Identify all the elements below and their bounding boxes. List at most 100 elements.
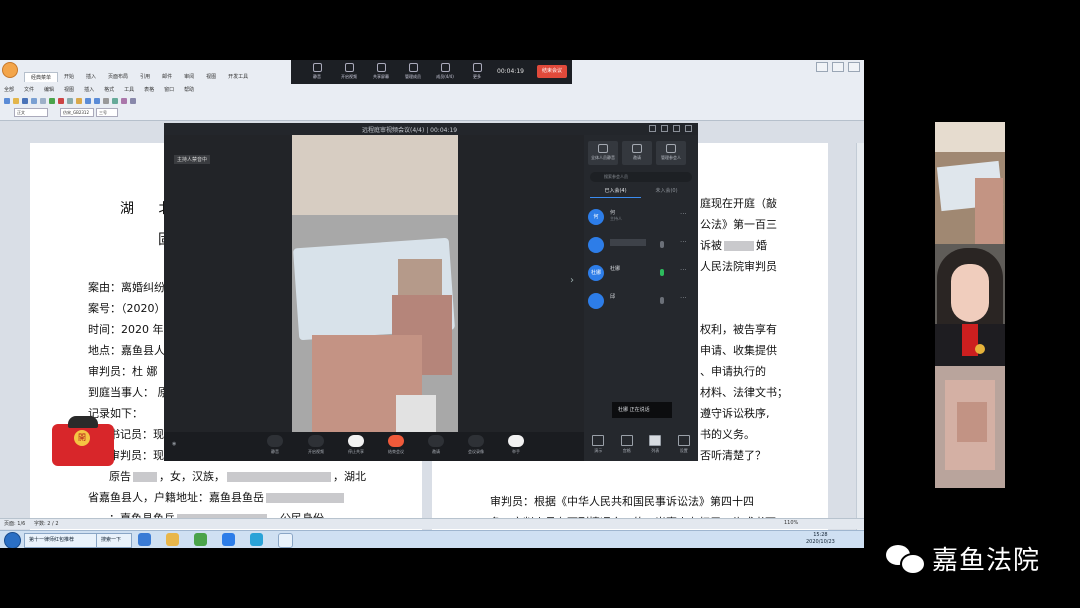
ribbon-tab[interactable]: 页面布局 — [102, 72, 134, 82]
ie-icon[interactable] — [138, 533, 151, 546]
member-row[interactable]: 邱 ··· — [588, 289, 694, 313]
meeting-app-icon[interactable] — [222, 533, 235, 546]
microphone-icon — [660, 297, 664, 304]
judge-video[interactable] — [935, 244, 1005, 366]
record-button[interactable]: 会议录像 — [463, 435, 489, 455]
members-button[interactable]: 成员(4/4) — [429, 63, 461, 80]
participant-video-1[interactable] — [935, 122, 1005, 244]
member-search-input[interactable]: 搜索参会人员 — [590, 172, 692, 182]
invite-button[interactable]: 邀请 — [622, 141, 652, 165]
view-presentation[interactable]: 演示 — [584, 432, 613, 461]
manage-members-button[interactable]: 管理成员 — [397, 63, 429, 80]
view-mode-bar: 演示 宫格 列表 设置 — [584, 432, 698, 461]
close-icon[interactable] — [685, 125, 692, 132]
new-icon[interactable] — [4, 98, 10, 104]
member-row[interactable]: 杜娜 杜娜 ··· — [588, 261, 694, 285]
manage-participants-button[interactable]: 管理参会人 — [656, 141, 686, 165]
view-list[interactable]: 列表 — [641, 432, 670, 461]
cut-icon[interactable] — [58, 98, 64, 104]
red-envelope-coin: 開 — [74, 430, 90, 446]
spellcheck-icon[interactable] — [49, 98, 55, 104]
menu-item[interactable]: 插入 — [84, 86, 94, 93]
columns-icon[interactable] — [112, 98, 118, 104]
raise-hand-button[interactable]: 举手 — [503, 435, 529, 455]
button-label: 全体人员静音 — [591, 155, 615, 160]
ribbon-tab[interactable]: 审阅 — [178, 72, 200, 82]
vertical-scrollbar[interactable] — [856, 143, 864, 548]
paste-icon[interactable] — [76, 98, 82, 104]
close-icon[interactable] — [848, 62, 860, 72]
menu-item[interactable]: 格式 — [104, 86, 114, 93]
end-call-button[interactable]: 结束会议 — [383, 435, 409, 455]
video-button[interactable]: 开启视频 — [303, 435, 329, 455]
maximize-icon[interactable] — [832, 62, 844, 72]
watermark-text: 嘉鱼法院 — [932, 545, 1041, 576]
doc-party-line: 省嘉鱼县人，户籍地址：嘉鱼县鱼岳 — [88, 487, 366, 508]
open-icon[interactable] — [13, 98, 19, 104]
ribbon-tab[interactable]: 引用 — [134, 72, 156, 82]
menu-item[interactable]: 文件 — [24, 86, 34, 93]
zoom-level[interactable]: 110% — [784, 520, 798, 526]
share-screen-button[interactable]: 共享屏幕 — [365, 63, 397, 80]
view-grid[interactable]: 宫格 — [613, 432, 642, 461]
tab-joined[interactable]: 已入会(4) — [590, 187, 641, 198]
mute-button[interactable]: 静音 — [262, 435, 288, 455]
member-row[interactable]: ··· — [588, 233, 694, 257]
mute-button[interactable]: 静音 — [301, 63, 333, 80]
tab-not-joined[interactable]: 未入会(0) — [641, 187, 692, 198]
maximize-icon[interactable] — [673, 125, 680, 132]
font-name-select[interactable]: 仿宋_GB2312 — [60, 108, 94, 117]
taskbar-item[interactable]: 搜索一下 — [96, 533, 132, 548]
tray-date: 2020/10/23 — [806, 539, 835, 545]
chevron-right-icon[interactable]: › — [570, 275, 574, 286]
copy-icon[interactable] — [67, 98, 73, 104]
zoom-icon[interactable] — [130, 98, 136, 104]
view-settings[interactable]: 设置 — [670, 432, 699, 461]
video-button[interactable]: 开启视频 — [333, 63, 365, 80]
office-button-icon[interactable] — [2, 62, 18, 78]
member-row[interactable]: 何 何 主持人 ··· — [588, 205, 694, 229]
word-app-icon[interactable] — [278, 533, 293, 548]
save-icon[interactable] — [22, 98, 28, 104]
menu-item[interactable]: 表格 — [144, 86, 154, 93]
taskbar-item[interactable]: 第十一律师红包推荐 — [24, 533, 102, 548]
ribbon-tab[interactable]: 开始 — [58, 72, 80, 82]
start-button-icon[interactable] — [4, 532, 21, 548]
ribbon-tab[interactable]: 开发工具 — [222, 72, 254, 82]
more-button[interactable]: 更多 — [461, 63, 493, 80]
undo-icon[interactable] — [85, 98, 91, 104]
ribbon-tab[interactable]: 视图 — [200, 72, 222, 82]
more-icon[interactable]: ··· — [680, 210, 687, 218]
font-size-select[interactable]: 三号 — [96, 108, 118, 117]
more-icon[interactable]: ··· — [680, 266, 687, 274]
minimize-icon[interactable] — [816, 62, 828, 72]
ribbon-tab[interactable]: 邮件 — [156, 72, 178, 82]
stop-share-button[interactable]: 停止共享 — [343, 435, 369, 455]
app-icon[interactable] — [194, 533, 207, 546]
participant-video-3[interactable] — [935, 366, 1005, 488]
menu-item[interactable]: 视图 — [64, 86, 74, 93]
drawing-icon[interactable] — [121, 98, 127, 104]
print-icon[interactable] — [31, 98, 37, 104]
preview-icon[interactable] — [40, 98, 46, 104]
menu-item[interactable]: 工具 — [124, 86, 134, 93]
table-icon[interactable] — [103, 98, 109, 104]
ribbon-tab[interactable]: 经典菜单 — [24, 72, 59, 82]
menu-item[interactable]: 窗口 — [164, 86, 174, 93]
folder-icon[interactable] — [166, 533, 179, 546]
style-select[interactable]: 正文 — [14, 108, 48, 117]
more-icon[interactable]: ··· — [680, 238, 687, 246]
red-envelope-sticker[interactable]: 開 — [52, 416, 114, 466]
menu-item[interactable]: 帮助 — [184, 86, 194, 93]
menu-item[interactable]: 编辑 — [44, 86, 54, 93]
more-icon[interactable]: ··· — [680, 294, 687, 302]
end-meeting-button[interactable]: 结束会议 — [537, 65, 567, 78]
ribbon-tab[interactable]: 插入 — [80, 72, 102, 82]
minimize-icon[interactable] — [661, 125, 668, 132]
redo-icon[interactable] — [94, 98, 100, 104]
menu-item[interactable]: 全部 — [4, 86, 14, 93]
browser-icon[interactable] — [250, 533, 263, 546]
invite-button[interactable]: 邀请 — [423, 435, 449, 455]
settings-icon[interactable] — [649, 125, 656, 132]
mute-all-button[interactable]: 全体人员静音 — [588, 141, 618, 165]
